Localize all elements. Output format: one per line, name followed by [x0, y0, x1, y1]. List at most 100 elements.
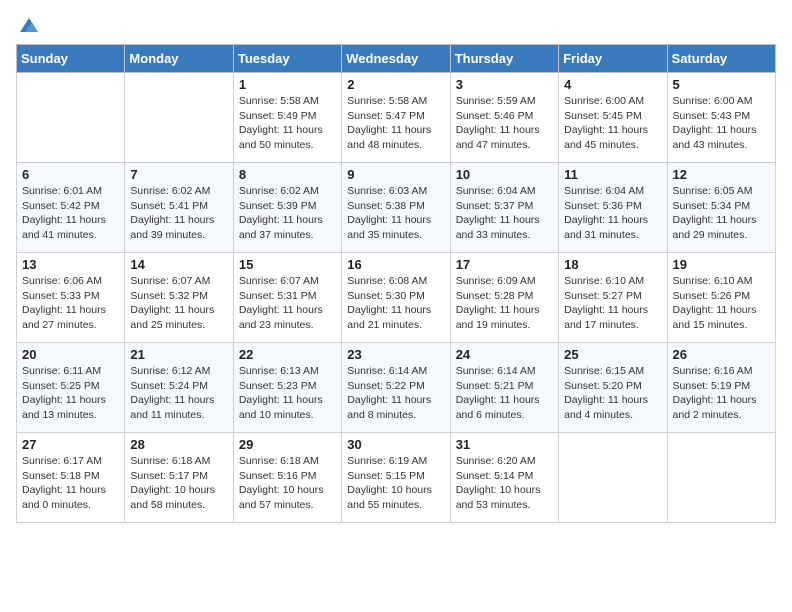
logo: [16, 16, 40, 32]
calendar-cell: [125, 73, 233, 163]
calendar-table: SundayMondayTuesdayWednesdayThursdayFrid…: [16, 44, 776, 523]
cell-info: Sunrise: 6:11 AMSunset: 5:25 PMDaylight:…: [22, 365, 106, 421]
day-number: 18: [564, 257, 661, 272]
day-number: 20: [22, 347, 119, 362]
cell-info: Sunrise: 6:09 AMSunset: 5:28 PMDaylight:…: [456, 275, 540, 331]
cell-info: Sunrise: 6:14 AMSunset: 5:21 PMDaylight:…: [456, 365, 540, 421]
day-number: 2: [347, 77, 444, 92]
day-header: Sunday: [17, 45, 125, 73]
calendar-week-row: 27 Sunrise: 6:17 AMSunset: 5:18 PMDaylig…: [17, 433, 776, 523]
logo-icon: [18, 14, 40, 36]
day-header: Friday: [559, 45, 667, 73]
cell-info: Sunrise: 6:02 AMSunset: 5:41 PMDaylight:…: [130, 185, 214, 241]
calendar-cell: 20 Sunrise: 6:11 AMSunset: 5:25 PMDaylig…: [17, 343, 125, 433]
calendar-cell: 29 Sunrise: 6:18 AMSunset: 5:16 PMDaylig…: [233, 433, 341, 523]
day-number: 8: [239, 167, 336, 182]
cell-info: Sunrise: 6:15 AMSunset: 5:20 PMDaylight:…: [564, 365, 648, 421]
day-number: 30: [347, 437, 444, 452]
day-header: Wednesday: [342, 45, 450, 73]
cell-info: Sunrise: 6:10 AMSunset: 5:27 PMDaylight:…: [564, 275, 648, 331]
day-number: 10: [456, 167, 553, 182]
day-number: 29: [239, 437, 336, 452]
page-header: [16, 16, 776, 32]
day-number: 4: [564, 77, 661, 92]
day-number: 28: [130, 437, 227, 452]
cell-info: Sunrise: 6:20 AMSunset: 5:14 PMDaylight:…: [456, 455, 541, 511]
calendar-cell: 12 Sunrise: 6:05 AMSunset: 5:34 PMDaylig…: [667, 163, 775, 253]
day-number: 3: [456, 77, 553, 92]
calendar-cell: [559, 433, 667, 523]
cell-info: Sunrise: 6:00 AMSunset: 5:45 PMDaylight:…: [564, 95, 648, 151]
calendar-cell: 6 Sunrise: 6:01 AMSunset: 5:42 PMDayligh…: [17, 163, 125, 253]
calendar-week-row: 1 Sunrise: 5:58 AMSunset: 5:49 PMDayligh…: [17, 73, 776, 163]
cell-info: Sunrise: 6:01 AMSunset: 5:42 PMDaylight:…: [22, 185, 106, 241]
cell-info: Sunrise: 6:12 AMSunset: 5:24 PMDaylight:…: [130, 365, 214, 421]
calendar-cell: 19 Sunrise: 6:10 AMSunset: 5:26 PMDaylig…: [667, 253, 775, 343]
cell-info: Sunrise: 6:06 AMSunset: 5:33 PMDaylight:…: [22, 275, 106, 331]
day-number: 25: [564, 347, 661, 362]
calendar-cell: 17 Sunrise: 6:09 AMSunset: 5:28 PMDaylig…: [450, 253, 558, 343]
day-number: 9: [347, 167, 444, 182]
cell-info: Sunrise: 6:17 AMSunset: 5:18 PMDaylight:…: [22, 455, 106, 511]
calendar-cell: 23 Sunrise: 6:14 AMSunset: 5:22 PMDaylig…: [342, 343, 450, 433]
cell-info: Sunrise: 6:14 AMSunset: 5:22 PMDaylight:…: [347, 365, 431, 421]
cell-info: Sunrise: 6:04 AMSunset: 5:37 PMDaylight:…: [456, 185, 540, 241]
cell-info: Sunrise: 6:07 AMSunset: 5:31 PMDaylight:…: [239, 275, 323, 331]
calendar-cell: 2 Sunrise: 5:58 AMSunset: 5:47 PMDayligh…: [342, 73, 450, 163]
cell-info: Sunrise: 5:58 AMSunset: 5:47 PMDaylight:…: [347, 95, 431, 151]
cell-info: Sunrise: 6:02 AMSunset: 5:39 PMDaylight:…: [239, 185, 323, 241]
calendar-cell: 30 Sunrise: 6:19 AMSunset: 5:15 PMDaylig…: [342, 433, 450, 523]
calendar-cell: 21 Sunrise: 6:12 AMSunset: 5:24 PMDaylig…: [125, 343, 233, 433]
cell-info: Sunrise: 5:59 AMSunset: 5:46 PMDaylight:…: [456, 95, 540, 151]
day-header: Monday: [125, 45, 233, 73]
cell-info: Sunrise: 6:18 AMSunset: 5:16 PMDaylight:…: [239, 455, 324, 511]
calendar-cell: 16 Sunrise: 6:08 AMSunset: 5:30 PMDaylig…: [342, 253, 450, 343]
day-number: 7: [130, 167, 227, 182]
day-number: 31: [456, 437, 553, 452]
cell-info: Sunrise: 6:00 AMSunset: 5:43 PMDaylight:…: [673, 95, 757, 151]
day-header: Thursday: [450, 45, 558, 73]
calendar-cell: 31 Sunrise: 6:20 AMSunset: 5:14 PMDaylig…: [450, 433, 558, 523]
calendar-cell: 1 Sunrise: 5:58 AMSunset: 5:49 PMDayligh…: [233, 73, 341, 163]
calendar-week-row: 13 Sunrise: 6:06 AMSunset: 5:33 PMDaylig…: [17, 253, 776, 343]
calendar-cell: 13 Sunrise: 6:06 AMSunset: 5:33 PMDaylig…: [17, 253, 125, 343]
day-number: 17: [456, 257, 553, 272]
day-number: 12: [673, 167, 770, 182]
cell-info: Sunrise: 6:10 AMSunset: 5:26 PMDaylight:…: [673, 275, 757, 331]
cell-info: Sunrise: 6:05 AMSunset: 5:34 PMDaylight:…: [673, 185, 757, 241]
cell-info: Sunrise: 6:19 AMSunset: 5:15 PMDaylight:…: [347, 455, 432, 511]
calendar-cell: 4 Sunrise: 6:00 AMSunset: 5:45 PMDayligh…: [559, 73, 667, 163]
day-header: Tuesday: [233, 45, 341, 73]
calendar-week-row: 6 Sunrise: 6:01 AMSunset: 5:42 PMDayligh…: [17, 163, 776, 253]
calendar-cell: 14 Sunrise: 6:07 AMSunset: 5:32 PMDaylig…: [125, 253, 233, 343]
day-number: 22: [239, 347, 336, 362]
calendar-cell: 3 Sunrise: 5:59 AMSunset: 5:46 PMDayligh…: [450, 73, 558, 163]
calendar-cell: 26 Sunrise: 6:16 AMSunset: 5:19 PMDaylig…: [667, 343, 775, 433]
day-number: 21: [130, 347, 227, 362]
calendar-cell: 7 Sunrise: 6:02 AMSunset: 5:41 PMDayligh…: [125, 163, 233, 253]
cell-info: Sunrise: 6:07 AMSunset: 5:32 PMDaylight:…: [130, 275, 214, 331]
cell-info: Sunrise: 5:58 AMSunset: 5:49 PMDaylight:…: [239, 95, 323, 151]
day-number: 1: [239, 77, 336, 92]
day-number: 13: [22, 257, 119, 272]
calendar-cell: 25 Sunrise: 6:15 AMSunset: 5:20 PMDaylig…: [559, 343, 667, 433]
day-number: 15: [239, 257, 336, 272]
day-number: 24: [456, 347, 553, 362]
day-number: 23: [347, 347, 444, 362]
cell-info: Sunrise: 6:08 AMSunset: 5:30 PMDaylight:…: [347, 275, 431, 331]
calendar-cell: 9 Sunrise: 6:03 AMSunset: 5:38 PMDayligh…: [342, 163, 450, 253]
calendar-cell: 22 Sunrise: 6:13 AMSunset: 5:23 PMDaylig…: [233, 343, 341, 433]
cell-info: Sunrise: 6:13 AMSunset: 5:23 PMDaylight:…: [239, 365, 323, 421]
calendar-cell: [667, 433, 775, 523]
day-number: 26: [673, 347, 770, 362]
day-number: 19: [673, 257, 770, 272]
calendar-cell: 18 Sunrise: 6:10 AMSunset: 5:27 PMDaylig…: [559, 253, 667, 343]
cell-info: Sunrise: 6:04 AMSunset: 5:36 PMDaylight:…: [564, 185, 648, 241]
calendar-cell: 15 Sunrise: 6:07 AMSunset: 5:31 PMDaylig…: [233, 253, 341, 343]
calendar-cell: 24 Sunrise: 6:14 AMSunset: 5:21 PMDaylig…: [450, 343, 558, 433]
calendar-cell: 5 Sunrise: 6:00 AMSunset: 5:43 PMDayligh…: [667, 73, 775, 163]
calendar-cell: 10 Sunrise: 6:04 AMSunset: 5:37 PMDaylig…: [450, 163, 558, 253]
cell-info: Sunrise: 6:16 AMSunset: 5:19 PMDaylight:…: [673, 365, 757, 421]
day-number: 6: [22, 167, 119, 182]
calendar-cell: [17, 73, 125, 163]
